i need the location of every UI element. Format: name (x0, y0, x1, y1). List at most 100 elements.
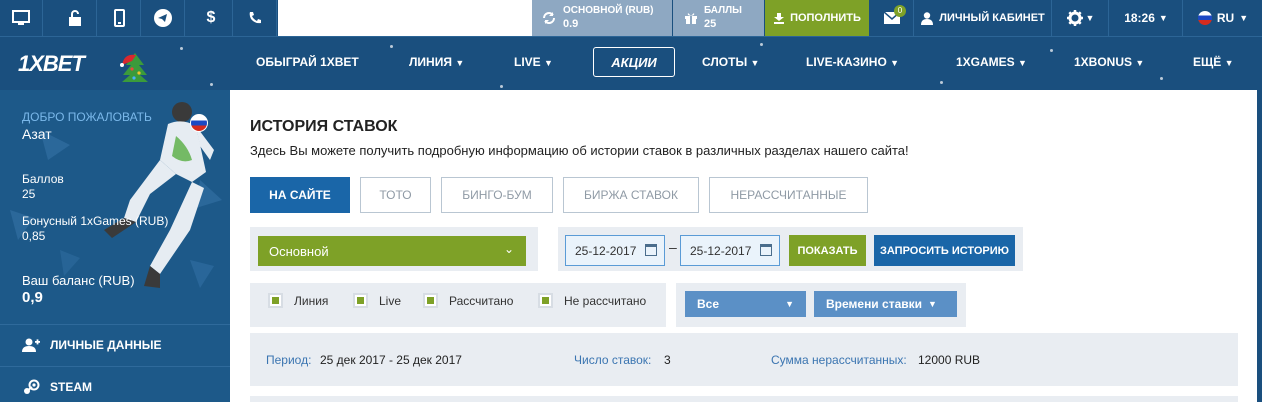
page-title: ИСТОРИЯ СТАВОК (250, 118, 398, 135)
checkbox-line[interactable]: Линия (268, 293, 328, 308)
dollar-icon[interactable]: $ (190, 0, 233, 36)
chevron-down-icon: ▼ (1239, 13, 1249, 23)
nav-live[interactable]: LIVE ▼ (514, 55, 553, 69)
unsettled-sum-label: Сумма нерассчитанных: (771, 353, 907, 367)
nav-1xbonus[interactable]: 1XBONUS ▼ (1074, 55, 1144, 69)
checkbox-checked[interactable] (538, 293, 553, 308)
user-sidebar: ДОБРО ПОЖАЛОВАТЬ Азат Баллов 25 Бонусный… (0, 90, 230, 402)
telegram-icon[interactable] (142, 0, 185, 36)
refresh-icon[interactable] (542, 11, 556, 25)
chevron-down-icon: ▼ (890, 58, 900, 68)
checkbox-label: Рассчитано (449, 293, 514, 308)
add-user-icon (22, 338, 40, 352)
time-value: 18:26 (1124, 11, 1155, 25)
account-balance[interactable]: ОСНОВНОЙ (RUB) 0.9 (532, 0, 672, 36)
mail-button[interactable]: 0 (870, 0, 914, 36)
points-balance[interactable]: БАЛЛЫ 25 (673, 0, 764, 36)
account-label: ОСНОВНОЙ (RUB) (563, 5, 654, 16)
phone-icon[interactable] (234, 0, 277, 36)
chevron-down-icon: ▼ (750, 58, 760, 68)
nav-beat-1xbet[interactable]: ОБЫГРАЙ 1XBET (256, 55, 359, 69)
snowflake-decoration (940, 81, 943, 84)
deposit-button[interactable]: ПОПОЛНИТЬ (765, 0, 869, 36)
chevron-down-icon: ▼ (785, 299, 794, 309)
date-from-value: 25-12-2017 (575, 243, 637, 258)
points-label: Баллов (22, 172, 64, 186)
tab-bingo-boom[interactable]: БИНГО-БУМ (441, 177, 553, 213)
lock-icon[interactable] (54, 0, 97, 36)
user-icon (921, 11, 934, 25)
nav-live-label: LIVE (514, 55, 541, 69)
nav-slots[interactable]: СЛОТЫ ▼ (702, 55, 759, 69)
nav-line[interactable]: ЛИНИЯ ▼ (409, 55, 464, 69)
date-to-value: 25-12-2017 (690, 243, 752, 258)
nav-line-label: ЛИНИЯ (409, 55, 452, 69)
tab-bet-exchange[interactable]: БИРЖА СТАВОК (563, 177, 699, 213)
checkbox-checked[interactable] (353, 293, 368, 308)
account-select[interactable]: Основной ⌄ (258, 236, 526, 266)
settings-button[interactable]: ▼ (1053, 0, 1109, 36)
tab-unsettled[interactable]: НЕРАССЧИТАННЫЕ (709, 177, 868, 213)
language-code: RU (1216, 11, 1235, 25)
checkbox-label: Live (379, 293, 402, 308)
nav-live-casino-label: LIVE-КАЗИНО (806, 55, 887, 69)
snowflake-decoration (1160, 77, 1163, 80)
points-value: 25 (704, 18, 717, 30)
date-from-input[interactable]: 25-12-2017 (565, 235, 665, 266)
top-bar-blank (278, 0, 532, 36)
desktop-icon[interactable] (0, 0, 43, 36)
bet-history-panel: ИСТОРИЯ СТАВОК Здесь Вы можете получить … (230, 90, 1262, 402)
sort-select[interactable]: Времени ставки ▼ (814, 291, 957, 317)
checkbox-label: Не рассчитано (564, 293, 647, 308)
checkbox-checked[interactable] (268, 293, 283, 308)
chevron-down-icon: ▼ (928, 299, 937, 309)
bet-type-select[interactable]: Все ▼ (685, 291, 806, 317)
balance-value: 0,9 (22, 289, 43, 306)
bet-count-label: Число ставок: (574, 353, 652, 367)
personal-cabinet-button[interactable]: ЛИЧНЫЙ КАБИНЕТ (915, 0, 1052, 36)
checkbox-unsettled[interactable]: Не рассчитано (538, 293, 646, 308)
chevron-down-icon: ▼ (544, 58, 553, 68)
site-logo[interactable]: 1XBET (18, 51, 85, 77)
nav-live-casino[interactable]: LIVE-КАЗИНО ▼ (806, 55, 899, 69)
sidebar-item-steam[interactable]: STEAM (0, 366, 230, 402)
sidebar-item-personal-data[interactable]: ЛИЧНЫЕ ДАННЫЕ (0, 324, 230, 364)
chevron-down-icon: ▼ (1135, 58, 1145, 68)
unsettled-sum-value: 12000 RUB (918, 353, 981, 367)
checkbox-label: Линия (294, 293, 329, 308)
request-history-button[interactable]: ЗАПРОСИТЬ ИСТОРИЮ (874, 235, 1015, 266)
gift-icon (685, 13, 697, 24)
calendar-icon[interactable] (645, 244, 657, 256)
mobile-icon[interactable] (98, 0, 141, 36)
points-label: БАЛЛЫ (704, 5, 742, 16)
account-value: 0.9 (563, 18, 579, 30)
bonus-label: Бонусный 1xGames (RUB) (22, 214, 169, 228)
snowflake-decoration (760, 43, 763, 46)
bet-count-value: 3 (664, 353, 671, 367)
show-button[interactable]: ПОКАЗАТЬ (789, 235, 866, 266)
nav-1xgames-label: 1XGAMES (956, 55, 1015, 69)
chevron-down-icon: ▼ (1158, 13, 1168, 23)
chevron-down-icon: ▼ (1018, 58, 1027, 68)
time-selector[interactable]: 18:26 ▼ (1110, 0, 1183, 36)
calendar-icon[interactable] (760, 244, 772, 256)
checkbox-live[interactable]: Live (353, 293, 401, 308)
account-select-value: Основной (269, 243, 329, 259)
tab-toto[interactable]: ТОТО (360, 177, 431, 213)
russia-flag-icon (1197, 11, 1212, 25)
date-to-input[interactable]: 25-12-2017 (680, 235, 780, 266)
steam-icon (24, 379, 40, 394)
snowflake-decoration (390, 45, 393, 48)
points-value: 25 (22, 187, 36, 201)
language-selector[interactable]: RU ▼ (1184, 0, 1262, 36)
bet-type-value: Все (697, 297, 720, 311)
nav-1xbonus-label: 1XBONUS (1074, 55, 1133, 69)
nav-promotions[interactable]: АКЦИИ (593, 47, 675, 77)
checkbox-checked[interactable] (423, 293, 438, 308)
nav-1xgames[interactable]: 1XGAMES ▼ (956, 55, 1027, 69)
results-list-start (250, 396, 1238, 402)
tab-on-site[interactable]: НА САЙТЕ (250, 177, 350, 213)
nav-more[interactable]: ЕЩЁ ▼ (1193, 55, 1234, 69)
snowflake-decoration (180, 47, 183, 50)
checkbox-settled[interactable]: Рассчитано (423, 293, 513, 308)
